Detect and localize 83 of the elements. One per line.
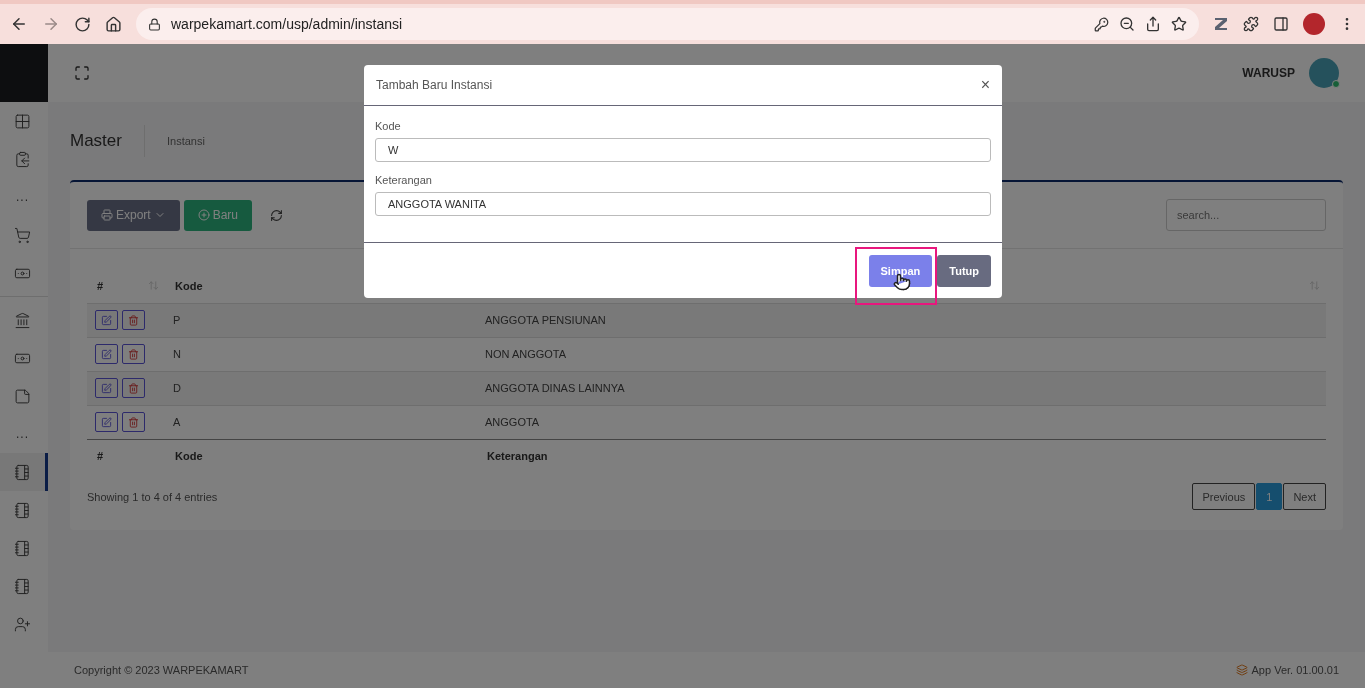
more-dots: ... <box>16 190 29 204</box>
user-plus-icon <box>14 615 31 633</box>
lock-icon <box>148 17 161 31</box>
page-button[interactable]: Next <box>1283 483 1326 510</box>
sidebar-item[interactable] <box>0 453 48 491</box>
table-cell: A <box>165 405 477 439</box>
pencil-square-icon <box>101 416 112 428</box>
input-field[interactable]: ANGGOTA WANITA <box>375 192 991 216</box>
note-icon <box>14 387 31 405</box>
delete-button[interactable] <box>122 378 145 398</box>
table-cell: ANGGOTA <box>477 405 1326 439</box>
extension-icon[interactable] <box>1213 16 1229 32</box>
reload-icon[interactable] <box>74 15 91 33</box>
table-cell: N <box>165 337 477 371</box>
delete-button[interactable] <box>122 344 145 364</box>
user-name: WARUSP <box>1242 66 1295 80</box>
page-button[interactable]: 1 <box>1256 483 1283 510</box>
trash-icon <box>128 416 139 428</box>
back-icon[interactable] <box>10 15 28 33</box>
more-dots: ... <box>16 427 29 441</box>
profile-avatar[interactable] <box>1303 13 1325 35</box>
fullscreen-icon[interactable] <box>74 65 90 81</box>
entries-info: Showing 1 to 4 of 4 entries <box>87 490 218 503</box>
edit-button[interactable] <box>95 344 118 364</box>
layers-icon <box>1235 664 1248 676</box>
pencil-square-icon <box>101 314 112 326</box>
table-cell: ANGGOTA PENSIUNAN <box>477 303 1326 337</box>
plus-circle-icon <box>197 209 210 221</box>
address-bar[interactable]: warpekamart.com/usp/admin/instansi <box>136 8 1199 40</box>
field-label: Kode <box>375 120 402 132</box>
table-cell: D <box>165 371 477 405</box>
edit-button[interactable] <box>95 412 118 432</box>
notebook-icon <box>14 577 31 595</box>
bank-icon <box>14 311 31 329</box>
side-panel-icon[interactable] <box>1273 16 1289 32</box>
user-avatar[interactable] <box>1309 58 1339 88</box>
version-text: App Ver. 01.00.01 <box>1251 664 1339 676</box>
search-field[interactable]: search... <box>1166 199 1326 231</box>
printer-icon <box>101 209 113 221</box>
modal-title: Tambah Baru Instansi <box>376 78 493 92</box>
page-button[interactable]: Previous <box>1192 483 1256 510</box>
copyright-text: Copyright © 2023 WARPEKAMART <box>74 664 249 676</box>
column-footer: # <box>87 439 165 473</box>
close-button[interactable]: × <box>980 76 990 94</box>
table-cell: P <box>165 303 477 337</box>
grid-icon <box>14 112 31 130</box>
share-icon[interactable] <box>1145 16 1161 32</box>
close-dialog-button[interactable]: Tutup <box>937 254 991 287</box>
puzzle-icon[interactable] <box>1243 16 1259 32</box>
home-icon[interactable] <box>105 15 122 33</box>
cart-icon <box>14 226 31 244</box>
delete-button[interactable] <box>122 310 145 330</box>
table-cell: NON ANGGOTA <box>477 337 1326 371</box>
table-cell: ANGGOTA DINAS LAINNYA <box>477 371 1326 405</box>
breadcrumb-item: Instansi <box>165 135 205 147</box>
input-field[interactable]: W <box>375 138 991 162</box>
edit-button[interactable] <box>95 378 118 398</box>
save-button[interactable]: Simpan <box>868 254 933 287</box>
column-footer: Kode <box>165 439 477 473</box>
star-icon[interactable] <box>1171 16 1187 32</box>
field-label: Keterangan <box>375 174 433 186</box>
online-dot <box>1332 80 1340 88</box>
notebook-icon <box>14 501 31 519</box>
pencil-square-icon <box>101 382 112 394</box>
edit-button[interactable] <box>95 310 118 330</box>
clipboard-icon <box>14 150 31 168</box>
column-footer: Keterangan <box>477 439 1326 473</box>
notebook-icon <box>14 539 31 557</box>
forward-icon[interactable] <box>42 15 60 33</box>
export-button[interactable]: Export <box>87 199 180 231</box>
notebook-icon <box>14 463 31 481</box>
sidebar-logo-area <box>0 44 48 102</box>
pencil-square-icon <box>101 348 112 360</box>
url-text: warpekamart.com/usp/admin/instansi <box>171 16 404 32</box>
trash-icon <box>128 382 139 394</box>
delete-button[interactable] <box>122 412 145 432</box>
column-header[interactable]: # <box>87 269 165 303</box>
refresh-icon[interactable] <box>270 208 284 222</box>
key-icon[interactable] <box>1094 16 1109 32</box>
zoom-out-icon[interactable] <box>1119 16 1135 32</box>
trash-icon <box>128 348 139 360</box>
page-title: Master <box>70 125 145 157</box>
trash-icon <box>128 314 139 326</box>
